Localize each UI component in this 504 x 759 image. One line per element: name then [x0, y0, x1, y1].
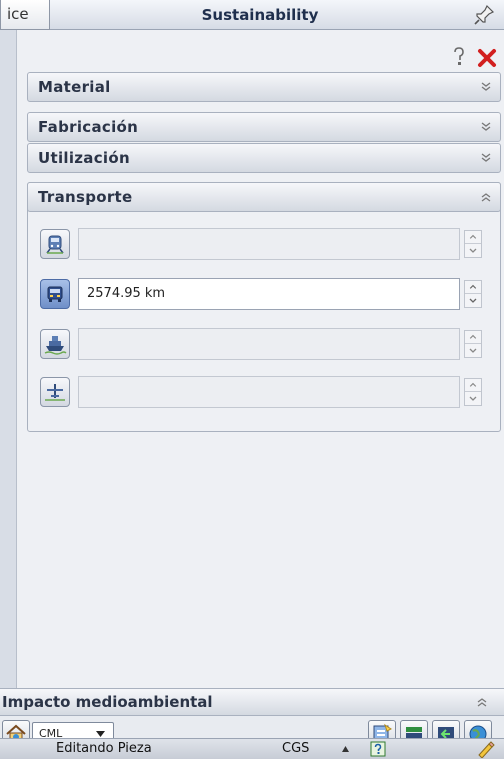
train-icon[interactable] — [40, 229, 70, 259]
section-utilizacion[interactable]: Utilización — [27, 143, 501, 173]
chevron-up-icon — [477, 698, 487, 707]
airplane-icon[interactable] — [40, 377, 70, 407]
units-label[interactable]: CGS — [282, 741, 309, 756]
title-bar: ice Sustainability — [0, 0, 504, 30]
pencil-icon[interactable] — [476, 740, 496, 758]
transport-row-train — [40, 228, 486, 262]
chevron-down-icon — [481, 153, 491, 162]
sustainability-panel: Material Fabricación Utilización Transpo… — [16, 30, 504, 732]
section-fabricacion[interactable]: Fabricación — [27, 112, 501, 142]
section-transporte-label: Transporte — [38, 188, 133, 206]
status-text: Editando Pieza — [56, 741, 152, 756]
chevron-down-icon — [481, 122, 491, 131]
close-icon[interactable] — [477, 48, 497, 68]
left-tab[interactable]: ice — [0, 0, 50, 30]
airplane-distance-field[interactable] — [78, 376, 460, 408]
help-icon[interactable] — [451, 46, 467, 68]
panel-title: Sustainability — [201, 6, 319, 24]
section-impacto-label: Impacto medioambiental — [2, 693, 213, 711]
transport-row-airplane — [40, 376, 486, 410]
ship-icon[interactable] — [40, 329, 70, 359]
chevron-up-icon — [481, 193, 491, 202]
section-transporte[interactable]: Transporte — [27, 182, 501, 212]
section-material[interactable]: Material — [27, 72, 501, 102]
transport-group: Transporte 2574.95 km — [27, 182, 501, 432]
help-icon[interactable] — [370, 741, 386, 757]
chevron-up-icon[interactable] — [342, 746, 349, 752]
section-material-label: Material — [38, 78, 111, 96]
status-bar: Editando Pieza CGS — [0, 738, 504, 759]
truck-spinner[interactable] — [464, 280, 482, 308]
train-spinner[interactable] — [464, 230, 482, 258]
truck-distance-field[interactable]: 2574.95 km — [78, 278, 460, 310]
pin-icon[interactable] — [472, 3, 496, 27]
section-impacto[interactable]: Impacto medioambiental — [0, 688, 504, 716]
truck-icon[interactable] — [40, 279, 70, 309]
ship-distance-field[interactable] — [78, 328, 460, 360]
ship-spinner[interactable] — [464, 330, 482, 358]
chevron-down-icon — [481, 82, 491, 91]
airplane-spinner[interactable] — [464, 378, 482, 406]
transport-row-ship — [40, 328, 486, 362]
train-distance-field[interactable] — [78, 228, 460, 260]
section-utilizacion-label: Utilización — [38, 149, 130, 167]
transport-row-truck: 2574.95 km — [40, 278, 486, 312]
section-fabricacion-label: Fabricación — [38, 118, 139, 136]
chevron-down-icon — [96, 731, 105, 737]
